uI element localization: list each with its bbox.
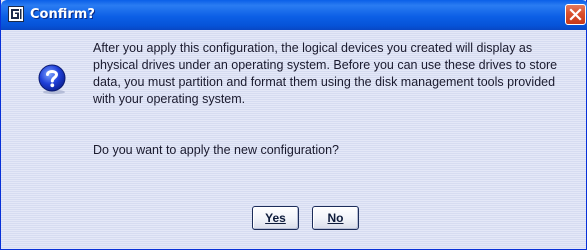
title-bar[interactable]: Confirm? bbox=[1, 0, 587, 30]
confirm-dialog: Confirm? After you apply this configurat… bbox=[0, 0, 587, 250]
yes-button[interactable]: Yes bbox=[252, 206, 299, 230]
window-title: Confirm? bbox=[30, 7, 95, 22]
app-logo-icon bbox=[8, 6, 24, 22]
no-button-label: No bbox=[327, 211, 344, 225]
message-paragraph-1: After you apply this configuration, the … bbox=[93, 41, 558, 106]
message-paragraph-2: Do you want to apply the new configurati… bbox=[93, 143, 339, 157]
no-button[interactable]: No bbox=[312, 206, 359, 230]
yes-button-label: Yes bbox=[265, 211, 286, 225]
close-icon bbox=[569, 8, 582, 21]
question-icon bbox=[37, 63, 69, 95]
close-button[interactable] bbox=[565, 4, 586, 25]
message-text: After you apply this configuration, the … bbox=[93, 40, 573, 159]
